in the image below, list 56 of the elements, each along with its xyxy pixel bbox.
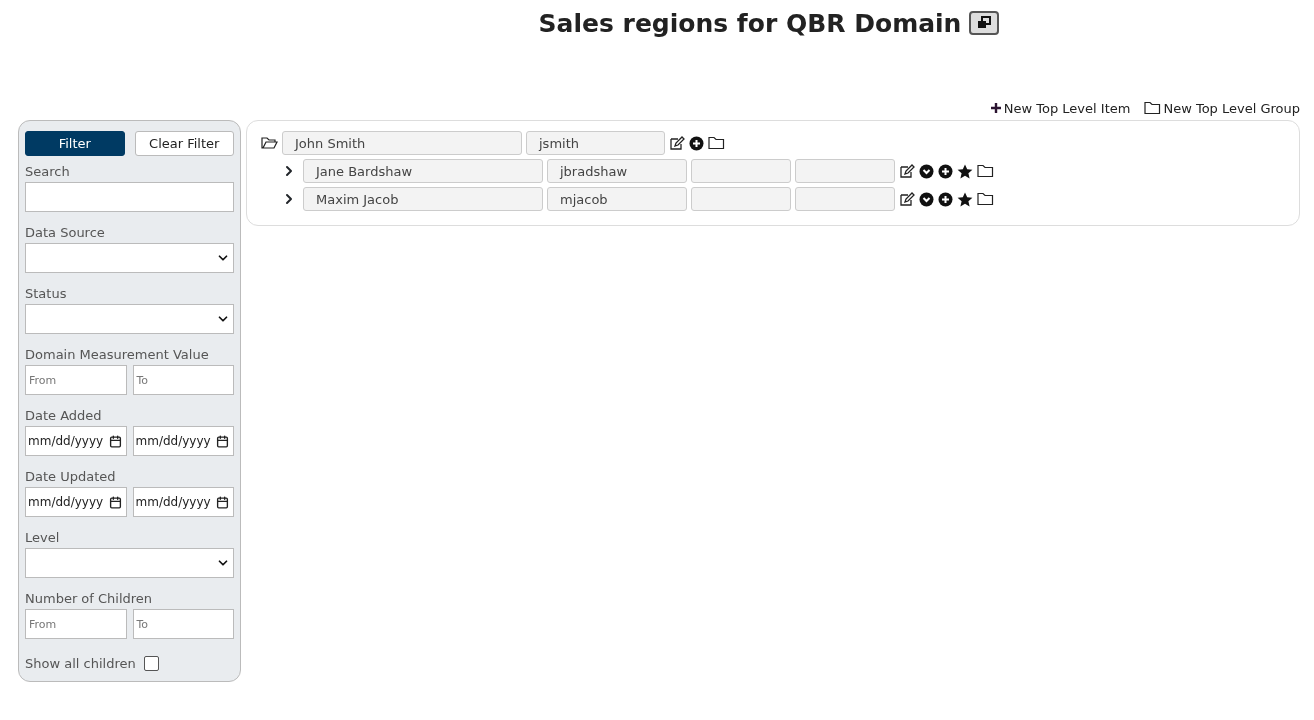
plus-icon — [989, 102, 1002, 114]
clear-filter-button[interactable]: Clear Filter — [134, 131, 234, 156]
edit-icon[interactable] — [899, 163, 915, 179]
field-label: Date Updated — [25, 469, 117, 484]
folder-icon[interactable] — [1144, 101, 1162, 115]
folder-icon[interactable] — [977, 164, 994, 178]
input-field[interactable] — [691, 187, 791, 211]
input-field[interactable] — [691, 159, 791, 183]
date-field[interactable]: mm/dd/yyyy — [25, 487, 127, 517]
input-field[interactable]: From — [25, 609, 127, 639]
star-icon[interactable] — [957, 191, 973, 207]
edit-icon[interactable] — [899, 191, 915, 207]
input-field[interactable] — [795, 159, 895, 183]
add-icon[interactable] — [689, 135, 704, 151]
field-label: Number of Children — [25, 591, 154, 606]
folder-icon[interactable] — [708, 136, 725, 150]
new-group-link[interactable]: New Top Level Group — [1144, 100, 1300, 116]
calendar-icon[interactable] — [216, 495, 229, 509]
calendar-icon[interactable] — [108, 434, 122, 448]
add-icon[interactable] — [938, 163, 953, 179]
checkbox-label: Show all children — [25, 656, 136, 671]
windows-icon — [976, 16, 993, 30]
input-field[interactable]: To — [132, 365, 234, 395]
calendar-icon[interactable] — [216, 434, 229, 448]
edit-icon[interactable] — [669, 135, 685, 151]
name-field[interactable]: Jane Bardshaw — [303, 159, 543, 183]
username-field[interactable]: jbradshaw — [547, 159, 687, 183]
star-icon[interactable] — [957, 163, 973, 179]
input-field[interactable] — [795, 187, 895, 211]
chevron-down-icon[interactable] — [919, 163, 934, 179]
field-label: Date Added — [25, 408, 103, 423]
add-icon[interactable] — [938, 191, 953, 207]
field-label: Search — [25, 164, 71, 179]
field-label: Status — [25, 286, 68, 301]
folder-icon[interactable] — [977, 192, 994, 206]
date-field[interactable]: mm/dd/yyyy — [25, 426, 127, 456]
filter-button[interactable]: Filter — [25, 131, 125, 156]
input-field[interactable]: From — [25, 365, 127, 395]
username-field[interactable]: jsmith — [526, 131, 665, 155]
field-label: Data Source — [25, 225, 106, 240]
name-field[interactable]: Maxim Jacob — [303, 187, 543, 211]
name-field[interactable]: John Smith — [282, 131, 522, 155]
date-field[interactable]: mm/dd/yyyy — [132, 487, 234, 517]
page-title: Sales regions for QBR Domain — [538, 8, 962, 38]
field-label: Level — [25, 530, 61, 545]
search-field[interactable] — [25, 182, 234, 212]
field-label: Domain Measurement Value — [25, 347, 210, 362]
chevron-down-icon[interactable] — [919, 191, 934, 207]
calendar-icon[interactable] — [108, 495, 122, 509]
checkbox[interactable] — [143, 656, 159, 671]
window-button[interactable] — [969, 11, 1000, 35]
open-folder-icon[interactable] — [261, 136, 278, 150]
input-field[interactable]: To — [132, 609, 234, 639]
username-field[interactable]: mjacob — [547, 187, 687, 211]
new-item-link[interactable]: New Top Level Item — [989, 100, 1131, 116]
date-field[interactable]: mm/dd/yyyy — [132, 426, 234, 456]
